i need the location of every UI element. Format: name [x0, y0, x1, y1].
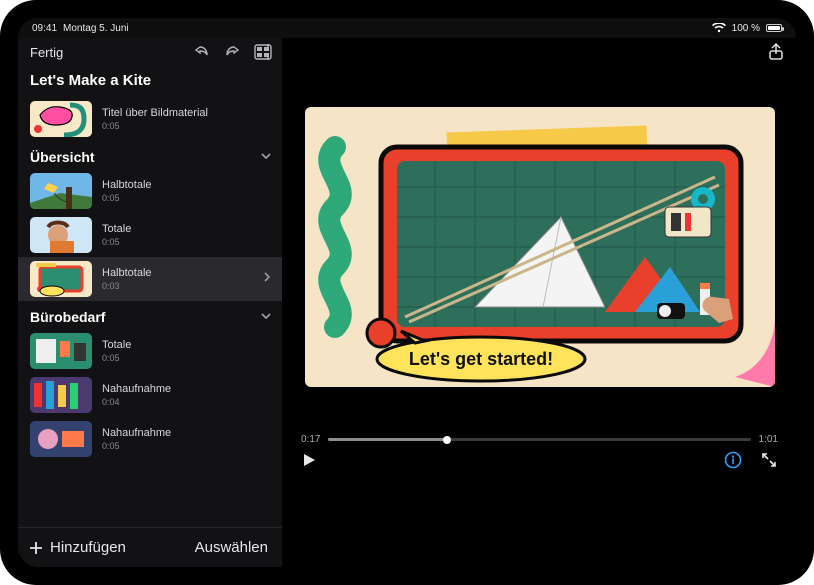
preview-canvas[interactable]: Let's get started!: [305, 107, 775, 387]
chevron-down-icon: [260, 309, 272, 325]
scrub-track[interactable]: [328, 438, 750, 441]
clip-item-selected[interactable]: Halbtotale 0:03: [18, 257, 282, 301]
info-icon[interactable]: [724, 451, 742, 469]
clip-thumb: [30, 377, 92, 413]
clip-label: Titel über Bildmaterial: [102, 107, 208, 120]
clip-duration: 0:05: [102, 193, 152, 203]
clip-duration: 0:05: [102, 353, 131, 363]
clip-item-title[interactable]: Titel über Bildmaterial 0:05: [18, 97, 282, 141]
clip-duration: 0:05: [102, 121, 208, 131]
section-header-uebersicht[interactable]: Übersicht: [18, 141, 282, 169]
share-icon[interactable]: [768, 43, 784, 61]
status-bar: 09:41 Montag 5. Juni 100 %: [18, 18, 796, 38]
clip-duration: 0:04: [102, 397, 171, 407]
player-controls: 0:17 1:01: [283, 428, 796, 477]
clip-item[interactable]: Nahaufnahme 0:04: [18, 373, 282, 417]
clip-duration: 0:05: [102, 237, 131, 247]
clip-item[interactable]: Nahaufnahme 0:05: [18, 417, 282, 461]
clip-duration: 0:05: [102, 441, 171, 451]
preview-pane: Let's get started! 0:17: [283, 38, 796, 567]
play-icon[interactable]: [301, 452, 317, 468]
clip-label: Totale: [102, 339, 131, 352]
add-button[interactable]: Hinzufügen: [28, 539, 126, 556]
clip-label: Halbtotale: [102, 267, 152, 280]
battery-label: 100 %: [732, 23, 760, 34]
chevron-right-icon: [262, 270, 272, 288]
clip-item[interactable]: Halbtotale 0:05: [18, 169, 282, 213]
clip-label: Halbtotale: [102, 179, 152, 192]
svg-text:Let's get started!: Let's get started!: [408, 349, 552, 369]
project-title: Let's Make a Kite: [18, 66, 282, 97]
clip-duration: 0:03: [102, 281, 152, 291]
status-time: 09:41: [32, 23, 57, 34]
clip-label: Nahaufnahme: [102, 427, 171, 440]
battery-icon: [766, 24, 782, 32]
done-button[interactable]: Fertig: [30, 45, 63, 60]
clip-thumb: [30, 421, 92, 457]
time-total: 1:01: [759, 434, 778, 445]
chevron-down-icon: [260, 149, 272, 165]
fullscreen-icon[interactable]: [760, 451, 778, 469]
select-button[interactable]: Auswählen: [195, 539, 268, 556]
clip-item[interactable]: Totale 0:05: [18, 329, 282, 373]
clip-thumb: [30, 261, 92, 297]
clip-thumb: [30, 217, 92, 253]
clip-label: Nahaufnahme: [102, 383, 171, 396]
redo-icon[interactable]: [224, 44, 240, 61]
clip-label: Totale: [102, 223, 131, 236]
status-date: Montag 5. Juni: [63, 23, 129, 34]
plus-icon: [28, 540, 44, 556]
clip-item[interactable]: Totale 0:05: [18, 213, 282, 257]
storyboard-icon[interactable]: [254, 44, 272, 60]
sidebar: Fertig Let's Make a Kite: [18, 38, 283, 567]
wifi-icon: [712, 23, 726, 33]
clip-thumb: [30, 101, 92, 137]
time-current: 0:17: [301, 434, 320, 445]
section-header-buerobedarf[interactable]: Bürobedarf: [18, 301, 282, 329]
clip-thumb: [30, 173, 92, 209]
undo-icon[interactable]: [194, 44, 210, 61]
clip-thumb: [30, 333, 92, 369]
